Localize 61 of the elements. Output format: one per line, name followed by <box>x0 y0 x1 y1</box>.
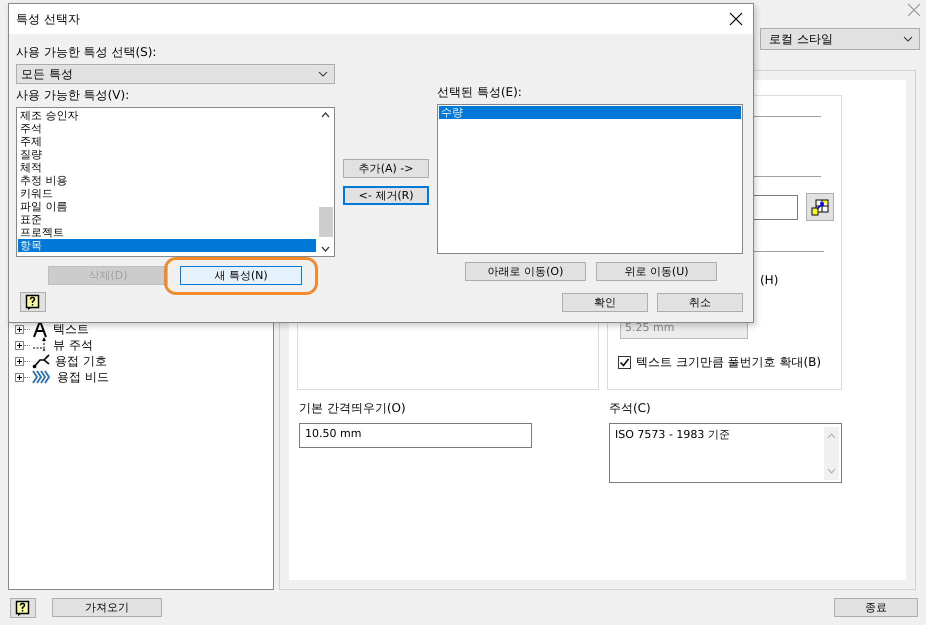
new-property-button[interactable]: 새 특성(N) <box>180 266 302 285</box>
help-button[interactable] <box>10 598 36 618</box>
scrollbar[interactable] <box>824 427 839 480</box>
field-label: (H) <box>760 273 778 287</box>
scroll-up-icon[interactable] <box>321 112 330 118</box>
close-icon[interactable] <box>729 12 743 26</box>
field-label: 주석(C) <box>609 400 652 417</box>
scroll-down-icon <box>827 468 836 474</box>
scroll-down-icon[interactable] <box>321 246 330 252</box>
field-label: 선택된 특성(E): <box>437 84 523 101</box>
add-button[interactable]: 추가(A) -> <box>343 159 430 178</box>
weld-symbol-icon <box>32 353 50 369</box>
leader-arrow-icon <box>32 336 48 354</box>
chevron-down-icon <box>903 36 913 42</box>
close-button[interactable]: 종료 <box>834 598 918 617</box>
help-icon <box>15 600 31 616</box>
list-item[interactable]: 체적 <box>18 161 316 174</box>
input-field[interactable]: 10.50 mm <box>299 423 532 448</box>
list-item[interactable]: 제조 승인자 <box>18 109 316 122</box>
expand-toggle[interactable] <box>15 372 24 382</box>
field-label: 사용 가능한 특성 선택(S): <box>16 44 158 61</box>
scroll-up-icon <box>827 433 836 439</box>
cancel-button[interactable]: 취소 <box>657 292 743 312</box>
move-down-button[interactable]: 아래로 이동(O) <box>465 262 586 281</box>
remove-button[interactable]: <- 제거(R) <box>343 186 430 205</box>
style-dropdown[interactable]: 로컬 스타일 <box>760 28 920 50</box>
list-item[interactable]: 추정 비용 <box>18 174 316 187</box>
import-button[interactable]: 가져오기 <box>52 598 162 617</box>
move-up-button[interactable]: 위로 이동(U) <box>596 262 717 281</box>
list-item[interactable]: 파일 이름 <box>18 200 316 213</box>
list-item[interactable]: 질량 <box>18 148 316 161</box>
checkmark-icon <box>619 357 630 368</box>
category-dropdown[interactable]: 모든 특성 <box>16 64 336 84</box>
list-item[interactable]: 항목 <box>18 239 316 252</box>
field-label: 사용 가능한 특성(V): <box>16 87 130 104</box>
list-item[interactable]: 주제 <box>18 135 316 148</box>
expand-toggle[interactable] <box>15 324 24 334</box>
letter-a-icon <box>32 320 48 338</box>
chevrons-icon <box>32 369 52 385</box>
tree-item[interactable]: 뷰 주석 <box>53 336 93 354</box>
help-icon <box>25 294 41 310</box>
expand-toggle[interactable] <box>15 356 24 366</box>
text-area[interactable]: ISO 7573 - 1983 기준 <box>609 423 842 483</box>
list-item[interactable]: 키워드 <box>18 187 316 200</box>
chevron-down-icon <box>318 71 328 77</box>
ok-button[interactable]: 확인 <box>562 292 648 312</box>
expand-toggle[interactable] <box>15 340 24 350</box>
help-button[interactable] <box>20 292 46 312</box>
scrollbar-thumb[interactable] <box>318 207 333 237</box>
table-link-button[interactable] <box>806 193 834 221</box>
list-item[interactable]: 프로젝트 <box>18 226 316 239</box>
list-item[interactable]: 표준 <box>18 213 316 226</box>
list-item[interactable]: 주석 <box>18 122 316 135</box>
field-label: 기본 간격띄우기(O) <box>299 400 407 417</box>
tree-item[interactable]: 용접 비드 <box>57 368 109 386</box>
tree-item[interactable]: 텍스트 <box>53 320 89 338</box>
table-link-icon <box>811 198 829 216</box>
tree-item[interactable]: 용접 기호 <box>55 352 107 370</box>
list-item[interactable]: 수량 <box>439 106 741 119</box>
checkbox[interactable]: 텍스트 크기만큼 풀번기호 확대(B) <box>618 354 841 371</box>
dialog-title: 특성 선택자 <box>16 10 80 28</box>
